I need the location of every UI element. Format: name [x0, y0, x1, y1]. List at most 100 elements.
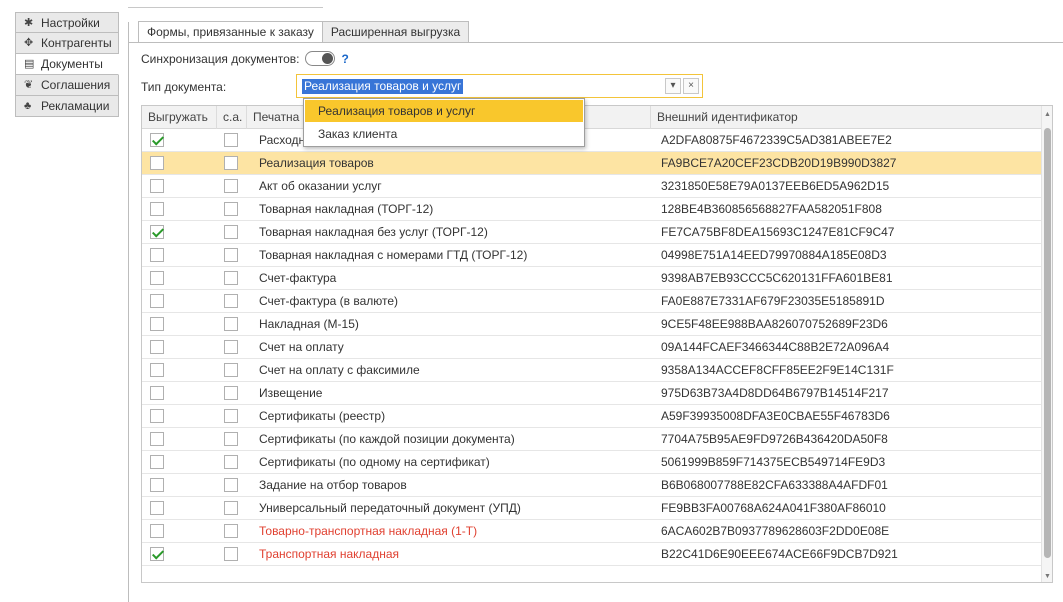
- tab-extended-export[interactable]: Расширенная выгрузка: [321, 21, 470, 42]
- table-row[interactable]: Транспортная накладная B22C41D6E90EEE674A…: [142, 543, 1042, 566]
- table-row[interactable]: Сертификаты (реестр) A59F39935008DFA3E0CB…: [142, 405, 1042, 428]
- export-checkbox[interactable]: [150, 501, 164, 515]
- sidebar-item[interactable]: ▤ Документы: [15, 54, 119, 75]
- table-row[interactable]: Товарно-транспортная накладная (1-Т) 6ACA…: [142, 520, 1042, 543]
- table-row[interactable]: Счет-фактура 9398AB7EB93CCC5C620131FFA601…: [142, 267, 1042, 290]
- table-row[interactable]: Сертификаты (по каждой позиции документа…: [142, 428, 1042, 451]
- print-form-name: Накладная (М-15): [259, 317, 359, 331]
- sa-checkbox[interactable]: [224, 524, 238, 538]
- external-id: 9398AB7EB93CCC5C620131FFA601BE81: [661, 271, 893, 285]
- table-row[interactable]: Задание на отбор товаров B6B068007788E82C…: [142, 474, 1042, 497]
- print-form-name: Задание на отбор товаров: [259, 478, 407, 492]
- export-checkbox[interactable]: [150, 271, 164, 285]
- export-checkbox[interactable]: [150, 432, 164, 446]
- table-row[interactable]: Универсальный передаточный документ (УПД…: [142, 497, 1042, 520]
- sync-toggle[interactable]: [305, 51, 336, 66]
- export-checkbox[interactable]: [150, 179, 164, 193]
- dropdown-option[interactable]: Заказ клиента: [304, 123, 584, 146]
- export-checkbox[interactable]: [150, 478, 164, 492]
- table-header: Выгружать с.а. Печатна Внешний идентифик…: [142, 106, 1042, 129]
- sa-checkbox[interactable]: [224, 317, 238, 331]
- sa-checkbox[interactable]: [224, 386, 238, 400]
- table-row[interactable]: Счет на оплату с факсимиле 9358A134ACCEF8…: [142, 359, 1042, 382]
- doctype-value[interactable]: Реализация товаров и услуг: [302, 79, 464, 94]
- sidebar-item[interactable]: ✱ Настройки: [15, 12, 119, 33]
- scroll-up-icon[interactable]: ▲: [1044, 111, 1051, 118]
- sa-checkbox[interactable]: [224, 179, 238, 193]
- vertical-scrollbar[interactable]: ▲ ▼: [1041, 106, 1052, 582]
- table-row[interactable]: Товарная накладная с номерами ГТД (ТОРГ-…: [142, 244, 1042, 267]
- chevron-down-icon[interactable]: ▾: [665, 78, 681, 94]
- table-row[interactable]: Счет на оплату 09A144FCAEF3466344C88B2E72…: [142, 336, 1042, 359]
- table-row[interactable]: Счет-фактура (в валюте) FA0E887E7331AF679…: [142, 290, 1042, 313]
- export-checkbox[interactable]: [150, 524, 164, 538]
- table-row[interactable]: Реализация товаров FA9BCE7A20CEF23CDB20D1…: [142, 152, 1042, 175]
- help-icon[interactable]: ?: [341, 52, 348, 66]
- gear-icon: ✱: [24, 17, 34, 29]
- sa-checkbox[interactable]: [224, 547, 238, 561]
- export-checkbox[interactable]: [150, 547, 164, 561]
- table-row[interactable]: Извещение 975D63B73A4D8DD64B6797B14514F21…: [142, 382, 1042, 405]
- table-row[interactable]: Расходн A2DFA80875F4672339C5AD381ABEE7E2: [142, 129, 1042, 152]
- external-id: 975D63B73A4D8DD64B6797B14514F217: [661, 386, 889, 400]
- top-divider: [128, 7, 323, 8]
- sa-checkbox[interactable]: [224, 271, 238, 285]
- sa-checkbox[interactable]: [224, 432, 238, 446]
- print-form-name: Счет-фактура: [259, 271, 337, 285]
- sa-checkbox[interactable]: [224, 202, 238, 216]
- header-sa[interactable]: с.а.: [217, 106, 247, 129]
- sync-label: Синхронизация документов:: [141, 51, 300, 66]
- external-id: FA0E887E7331AF679F23035E5185891D: [661, 294, 885, 308]
- sa-checkbox[interactable]: [224, 501, 238, 515]
- export-checkbox[interactable]: [150, 225, 164, 239]
- export-checkbox[interactable]: [150, 248, 164, 262]
- sidebar-item[interactable]: ♣ Рекламации: [15, 96, 119, 117]
- sa-checkbox[interactable]: [224, 478, 238, 492]
- export-checkbox[interactable]: [150, 455, 164, 469]
- sa-checkbox[interactable]: [224, 294, 238, 308]
- sa-checkbox[interactable]: [224, 455, 238, 469]
- external-id: 6ACA602B7B0937789628603F2DD0E08E: [661, 524, 890, 538]
- document-icon: ▤: [24, 58, 35, 70]
- sa-checkbox[interactable]: [224, 340, 238, 354]
- print-form-name: Товарная накладная с номерами ГТД (ТОРГ-…: [259, 248, 528, 262]
- export-checkbox[interactable]: [150, 202, 164, 216]
- scroll-down-icon[interactable]: ▼: [1044, 573, 1051, 580]
- sa-checkbox[interactable]: [224, 225, 238, 239]
- sa-checkbox[interactable]: [224, 409, 238, 423]
- export-checkbox[interactable]: [150, 156, 164, 170]
- doctype-combobox[interactable]: Реализация товаров и услуг ▾ ×: [296, 74, 703, 98]
- table-row[interactable]: Сертификаты (по одному на сертификат) 506…: [142, 451, 1042, 474]
- header-external-id[interactable]: Внешний идентификатор: [651, 106, 1042, 129]
- complaint-icon: ♣: [24, 100, 32, 112]
- table-row[interactable]: Акт об оказании услуг 3231850E58E79A0137E…: [142, 175, 1042, 198]
- sidebar-item[interactable]: ❦ Соглашения: [15, 75, 119, 96]
- external-id: FE7CA75BF8DEA15693C1247E81CF9C47: [661, 225, 895, 239]
- dropdown-option[interactable]: Реализация товаров и услуг: [305, 100, 583, 122]
- export-checkbox[interactable]: [150, 340, 164, 354]
- export-checkbox[interactable]: [150, 317, 164, 331]
- tab-order-forms[interactable]: Формы, привязанные к заказу: [138, 21, 323, 43]
- table-row[interactable]: Накладная (М-15) 9CE5F48EE988BAA826070752…: [142, 313, 1042, 336]
- scroll-thumb[interactable]: [1044, 128, 1051, 558]
- table-row[interactable]: Товарная накладная без услуг (ТОРГ-12) FE…: [142, 221, 1042, 244]
- export-checkbox[interactable]: [150, 386, 164, 400]
- external-id: 09A144FCAEF3466344C88B2E72A096A4: [661, 340, 890, 354]
- handshake-icon: ❦: [24, 79, 34, 91]
- print-form-name: Универсальный передаточный документ (УПД…: [259, 501, 521, 515]
- export-checkbox[interactable]: [150, 294, 164, 308]
- header-export[interactable]: Выгружать: [142, 106, 217, 129]
- sidebar-item-label: Соглашения: [41, 78, 111, 92]
- export-checkbox[interactable]: [150, 409, 164, 423]
- export-checkbox[interactable]: [150, 363, 164, 377]
- external-id: 7704A75B95AE9FD9726B436420DA50F8: [661, 432, 888, 446]
- table-row[interactable]: Товарная накладная (ТОРГ-12) 128BE4B36085…: [142, 198, 1042, 221]
- clear-icon[interactable]: ×: [683, 78, 699, 94]
- external-id: 04998E751A14EED79970884A185E08D3: [661, 248, 887, 262]
- sa-checkbox[interactable]: [224, 248, 238, 262]
- sa-checkbox[interactable]: [224, 156, 238, 170]
- export-checkbox[interactable]: [150, 133, 164, 147]
- sa-checkbox[interactable]: [224, 133, 238, 147]
- sidebar-item[interactable]: ✥ Контрагенты: [15, 33, 119, 54]
- sa-checkbox[interactable]: [224, 363, 238, 377]
